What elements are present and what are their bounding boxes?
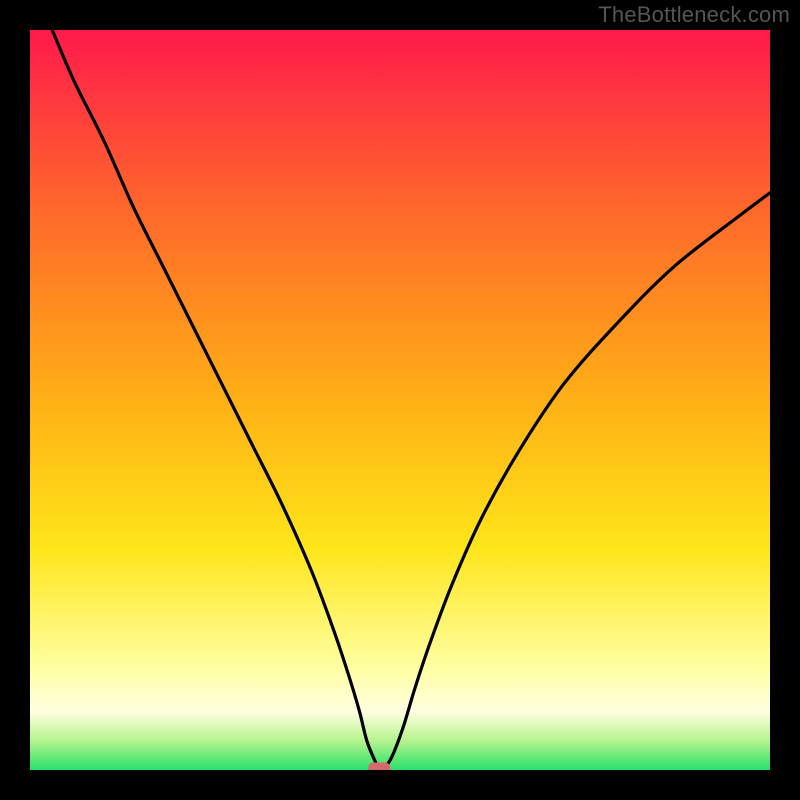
minimum-marker — [368, 763, 390, 770]
chart-frame: TheBottleneck.com — [0, 0, 800, 800]
plot-area — [30, 30, 770, 770]
plot-svg — [30, 30, 770, 770]
gradient-background — [30, 30, 770, 770]
watermark-text: TheBottleneck.com — [598, 2, 790, 28]
